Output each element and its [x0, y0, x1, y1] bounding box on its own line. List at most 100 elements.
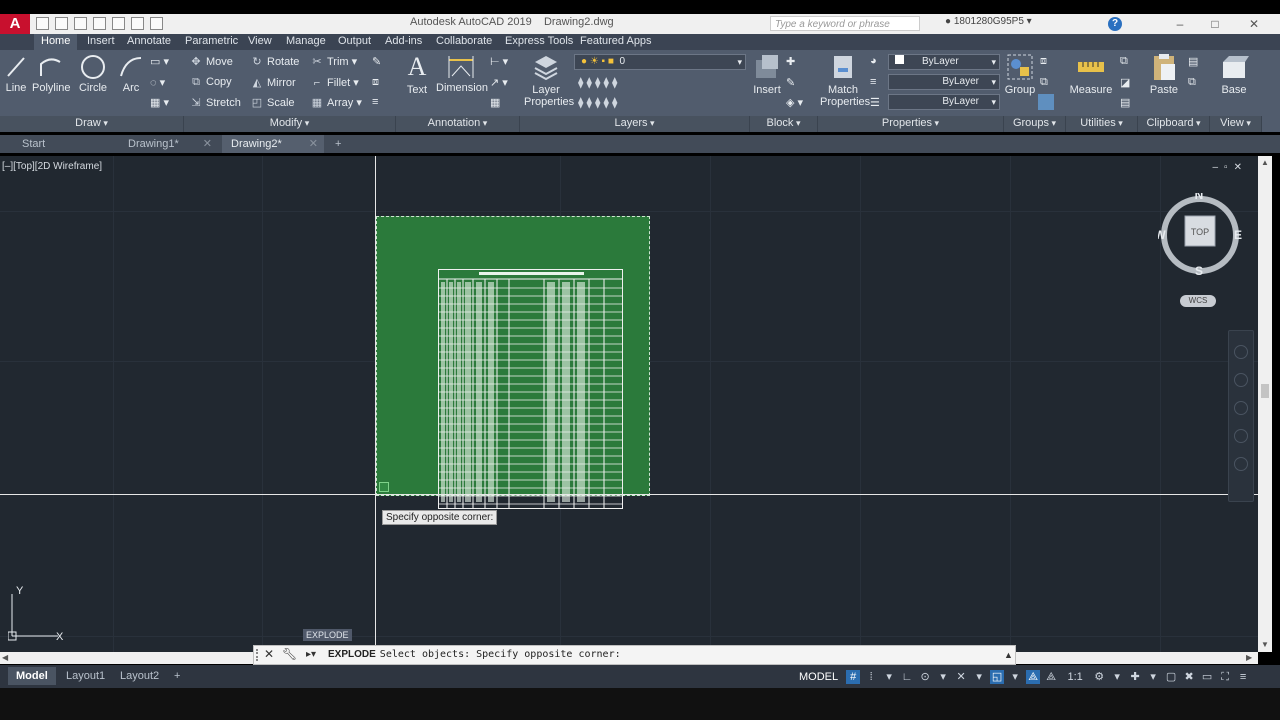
vertical-scrollbar[interactable]: ▲ ▼: [1258, 156, 1272, 652]
annotation-scale-value[interactable]: 1:1: [1062, 670, 1088, 684]
save-icon[interactable]: [74, 17, 87, 30]
color-dropdown[interactable]: ByLayer: [888, 54, 1000, 70]
table-icon[interactable]: ▦: [490, 96, 500, 109]
dimension-button[interactable]: Dimension: [436, 54, 488, 94]
selection-dropdown-icon[interactable]: ▾: [1008, 670, 1022, 684]
tab-parametric[interactable]: Parametric: [178, 34, 245, 50]
copy-clip-icon[interactable]: ⧉: [1188, 76, 1196, 89]
scroll-up-icon[interactable]: ▲: [1258, 158, 1272, 167]
snap-dropdown-icon[interactable]: ▾: [882, 670, 896, 684]
annotation-scale-icon[interactable]: ⟁: [1044, 670, 1058, 684]
erase-icon[interactable]: ✎: [372, 55, 381, 68]
layer-tools-row-1[interactable]: ⧫ ⧫ ⧫ ⧫ ⧫: [578, 76, 617, 89]
stretch-button[interactable]: ⇲ Stretch: [189, 96, 240, 109]
rotate-button[interactable]: ↻ Rotate: [250, 55, 299, 68]
customize-icon[interactable]: 🔧︎: [282, 647, 297, 661]
cut-icon[interactable]: ▤: [1188, 55, 1198, 68]
isodraft-icon[interactable]: ✕: [954, 670, 968, 684]
close-tab-icon[interactable]: ✕: [309, 135, 318, 153]
ortho-icon[interactable]: ∟: [900, 670, 914, 684]
tab-collaborate[interactable]: Collaborate: [429, 34, 499, 50]
layer-properties-button[interactable]: Layer Properties: [524, 52, 574, 108]
group-selection-icon[interactable]: [1038, 94, 1054, 110]
arc-button[interactable]: Arc: [118, 54, 144, 94]
array-button[interactable]: ▦ Array ▾: [310, 96, 362, 109]
tab-home[interactable]: Home: [34, 34, 78, 50]
annotation-panel-title[interactable]: Annotation: [396, 116, 520, 132]
maximize-button[interactable]: □: [1195, 14, 1235, 34]
edit-block-icon[interactable]: ✎: [786, 76, 795, 89]
lineweight-dropdown[interactable]: ByLayer: [888, 94, 1000, 110]
properties-panel-title[interactable]: Properties: [818, 116, 1004, 132]
tab-view[interactable]: View: [241, 34, 279, 50]
command-history-icon[interactable]: ▲: [1004, 650, 1013, 660]
groups-panel-title[interactable]: Groups: [1004, 116, 1066, 132]
scale-button[interactable]: ◰ Scale: [250, 96, 295, 109]
layer-dropdown[interactable]: ● ☀ ▪ ■ 0: [574, 54, 746, 70]
doc-tab-start[interactable]: Start: [0, 135, 116, 153]
layer-tools-row-2[interactable]: ⧫ ⧫ ⧫ ⧫ ⧫: [578, 96, 617, 109]
wcs-menu[interactable]: WCS: [1180, 295, 1216, 307]
isolate-objects-icon[interactable]: ▭: [1200, 670, 1214, 684]
close-button[interactable]: ✕: [1234, 14, 1274, 34]
group-edit-icon[interactable]: ⧉: [1040, 76, 1048, 89]
tab-insert[interactable]: Insert: [80, 34, 122, 50]
steering-wheel-icon[interactable]: [1234, 345, 1248, 359]
polar-dropdown-icon[interactable]: ▾: [936, 670, 950, 684]
paste-button[interactable]: Paste: [1148, 52, 1180, 96]
compass-west[interactable]: W: [1158, 228, 1166, 242]
explode-icon[interactable]: ⧈: [372, 76, 379, 89]
layers-panel-title[interactable]: Layers: [520, 116, 750, 132]
model-space-button[interactable]: MODEL: [795, 671, 842, 683]
command-line-grip[interactable]: [256, 649, 262, 661]
annotation-visibility-icon[interactable]: ⟁: [1026, 670, 1041, 684]
select-all-icon[interactable]: ◪: [1120, 76, 1130, 89]
clean-screen-icon[interactable]: ⛶: [1218, 670, 1232, 684]
zoom-icon[interactable]: [1234, 401, 1248, 415]
measure-button[interactable]: Measure: [1068, 52, 1114, 96]
tab-add-ins[interactable]: Add-ins: [378, 34, 429, 50]
settings-gear-icon[interactable]: ⚙: [1092, 670, 1106, 684]
copy-button[interactable]: ⧉ Copy: [189, 76, 232, 89]
minimize-button[interactable]: –: [1160, 14, 1200, 34]
settings-dropdown-icon[interactable]: ▾: [1110, 670, 1124, 684]
circle-button[interactable]: Circle: [78, 54, 108, 94]
compass-north[interactable]: N: [1195, 193, 1204, 202]
create-block-icon[interactable]: ✚: [786, 55, 795, 68]
polyline-button[interactable]: Polyline: [32, 54, 71, 94]
scroll-right-icon[interactable]: ▶: [1246, 652, 1252, 664]
grid-icon[interactable]: #: [846, 670, 861, 684]
clipboard-panel-title[interactable]: Clipboard: [1138, 116, 1210, 132]
block-attributes-icon[interactable]: ◈ ▾: [786, 96, 803, 109]
add-layout-button[interactable]: +: [166, 667, 188, 685]
search-input[interactable]: Type a keyword or phrase: [770, 16, 920, 31]
leader-icon[interactable]: ↗ ▾: [490, 76, 508, 89]
annotation-monitor-icon[interactable]: ✚: [1128, 670, 1142, 684]
tab-output[interactable]: Output: [331, 34, 378, 50]
quick-select-icon[interactable]: ⧉: [1120, 55, 1128, 68]
recent-commands-icon[interactable]: ▸▾: [306, 649, 316, 660]
gradient-icon[interactable]: ▦ ▾: [150, 96, 169, 109]
orbit-icon[interactable]: [1234, 429, 1248, 443]
tab-model[interactable]: Model: [8, 667, 56, 685]
user-account[interactable]: ● 1801280G95P5 ▾: [945, 16, 1032, 27]
units-icon[interactable]: ▾: [1146, 670, 1160, 684]
tab-layout2[interactable]: Layout2: [112, 667, 167, 685]
doc-tab-drawing1[interactable]: Drawing1* ✕: [106, 135, 218, 153]
mirror-button[interactable]: ◭ Mirror: [250, 76, 296, 89]
snap-icon[interactable]: ⁞: [864, 670, 878, 684]
doc-tab-drawing2[interactable]: Drawing2* ✕: [222, 135, 324, 153]
tab-annotate[interactable]: Annotate: [120, 34, 178, 50]
new-tab-button[interactable]: +: [330, 135, 350, 153]
line-button[interactable]: Line: [4, 54, 28, 94]
help-icon[interactable]: ?: [1108, 17, 1122, 31]
undo-icon[interactable]: [131, 17, 144, 30]
plot-icon[interactable]: [112, 17, 125, 30]
hardware-acceleration-icon[interactable]: ✖: [1182, 670, 1196, 684]
new-icon[interactable]: [36, 17, 49, 30]
viewport-window-controls[interactable]: –▫✕: [1213, 162, 1249, 173]
offset-icon[interactable]: ≡: [372, 96, 378, 108]
open-icon[interactable]: [55, 17, 68, 30]
utilities-panel-title[interactable]: Utilities: [1066, 116, 1138, 132]
pan-icon[interactable]: [1234, 373, 1248, 387]
